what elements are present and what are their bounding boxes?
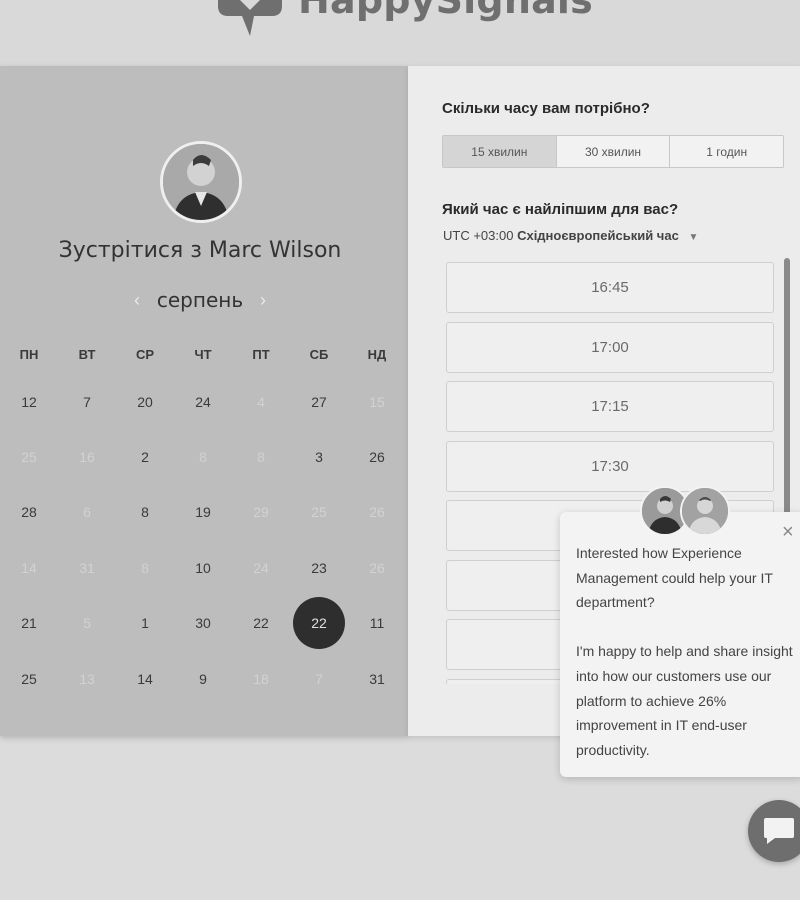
duration-option[interactable]: 15 хвилин: [443, 136, 557, 167]
calendar-day[interactable]: 4: [232, 374, 290, 429]
weekday-label: ПТ: [252, 347, 270, 362]
calendar-day[interactable]: 11: [348, 596, 406, 651]
calendar-day[interactable]: 6: [58, 485, 116, 540]
time-slot-button[interactable]: 16:45: [446, 262, 774, 313]
timezone-name: Східноєвропейський час: [517, 228, 679, 243]
calendar-day-selected[interactable]: 22: [290, 596, 348, 651]
calendar-day[interactable]: 26: [348, 485, 406, 540]
host-avatar: [160, 141, 242, 223]
person-icon: [163, 144, 239, 220]
weekday-label: ЧТ: [194, 347, 212, 362]
weekday-label: ВТ: [78, 347, 96, 362]
calendar-day[interactable]: 10: [174, 540, 232, 595]
calendar-day[interactable]: 22: [232, 596, 290, 651]
calendar-days: 12 7 20 24 4 27 15 25 16 2 8 8 3 26 28 6 8 19 29 25 26 14 31 8 1…: [0, 374, 406, 706]
calendar-day[interactable]: 8: [174, 429, 232, 484]
meeting-title: Зустрітися з Marc Wilson: [58, 238, 342, 263]
weekday-label: СР: [135, 347, 155, 362]
calendar-day[interactable]: 18: [232, 651, 290, 706]
calendar-day[interactable]: 2: [116, 429, 174, 484]
calendar-week: 12 7 20 24 4 27 15: [0, 374, 406, 429]
weekday-header: ПН ВТ СР ЧТ ПТ СБ НД: [0, 336, 406, 374]
brand-name[interactable]: HappySignals: [298, 0, 593, 22]
agent-avatar: [680, 486, 730, 536]
chat-bubble-icon: [764, 818, 794, 844]
calendar-day[interactable]: 24: [174, 374, 232, 429]
duration-selector: 15 хвилин 30 хвилин 1 годин: [442, 135, 784, 168]
calendar-day[interactable]: 14: [0, 540, 58, 595]
chat-message: Interested how Experience Management cou…: [576, 541, 796, 762]
calendar-panel: Зустрітися з Marc Wilson ‹ серпень › ПН В…: [0, 66, 408, 736]
month-navigation: ‹ серпень ›: [130, 286, 270, 314]
weekday-label: НД: [367, 347, 387, 362]
calendar-day[interactable]: 14: [116, 651, 174, 706]
calendar-day[interactable]: 19: [174, 485, 232, 540]
close-icon[interactable]: ×: [782, 522, 794, 542]
chevron-left-icon[interactable]: ‹: [130, 290, 144, 311]
calendar-day[interactable]: 8: [232, 429, 290, 484]
chevron-right-icon[interactable]: ›: [256, 290, 270, 311]
calendar-week: 25 13 14 9 18 7 31: [0, 651, 406, 706]
calendar-day[interactable]: 21: [0, 596, 58, 651]
weekday-label: ПН: [19, 347, 39, 362]
calendar-day[interactable]: 7: [58, 374, 116, 429]
calendar-day[interactable]: 26: [348, 429, 406, 484]
calendar-day[interactable]: 8: [116, 540, 174, 595]
calendar-day[interactable]: 3: [290, 429, 348, 484]
calendar-day[interactable]: 27: [290, 374, 348, 429]
chat-message-body: I'm happy to help and share insight into…: [576, 643, 793, 758]
calendar-day[interactable]: 16: [58, 429, 116, 484]
calendar-day[interactable]: 25: [0, 429, 58, 484]
time-question: Який час є найліпшим для вас?: [442, 201, 679, 218]
calendar-day[interactable]: 9: [174, 651, 232, 706]
calendar-week: 25 16 2 8 8 3 26: [0, 429, 406, 484]
person-icon: [682, 488, 728, 534]
duration-option[interactable]: 1 годин: [670, 136, 783, 167]
calendar-day[interactable]: 29: [232, 485, 290, 540]
calendar-day[interactable]: 23: [290, 540, 348, 595]
calendar-day[interactable]: 8: [116, 485, 174, 540]
calendar-day[interactable]: 30: [174, 596, 232, 651]
calendar-week: 21 5 1 30 22 22 11: [0, 596, 406, 651]
calendar-day[interactable]: 12: [0, 374, 58, 429]
header: HappySignals: [0, 0, 800, 66]
calendar-day-number: 22: [293, 597, 345, 650]
timezone-selector[interactable]: UTC +03:00 Східноєвропейський час ▼: [443, 228, 698, 243]
time-slot-button[interactable]: 17:00: [446, 321, 774, 373]
duration-option[interactable]: 30 хвилин: [557, 136, 671, 167]
calendar-day[interactable]: 31: [58, 540, 116, 595]
calendar-week: 28 6 8 19 29 25 26: [0, 485, 406, 540]
calendar-day[interactable]: 20: [116, 374, 174, 429]
calendar-day[interactable]: 5: [58, 596, 116, 651]
calendar-day[interactable]: 24: [232, 540, 290, 595]
calendar-day[interactable]: 1: [116, 596, 174, 651]
calendar-day[interactable]: 7: [290, 651, 348, 706]
time-slot-button[interactable]: 17:30: [446, 440, 774, 492]
calendar-day[interactable]: 26: [348, 540, 406, 595]
weekday-label: СБ: [309, 347, 329, 362]
calendar-week: 14 31 8 10 24 23 26: [0, 540, 406, 595]
calendar-day[interactable]: 15: [348, 374, 406, 429]
calendar-day[interactable]: 13: [58, 651, 116, 706]
calendar-day[interactable]: 25: [0, 651, 58, 706]
caret-down-icon: ▼: [688, 232, 699, 243]
chat-launcher-button[interactable]: [748, 800, 800, 862]
chat-message-intro: Interested how Experience Management cou…: [576, 545, 773, 611]
duration-question: Скільки часу вам потрібно?: [442, 100, 650, 117]
calendar-grid: ПН ВТ СР ЧТ ПТ СБ НД 12 7 20 24 4 27 15 25 16 2 8 8 3 26 28 6…: [0, 336, 406, 706]
calendar-day[interactable]: 31: [348, 651, 406, 706]
time-slot-button[interactable]: 17:15: [446, 381, 774, 432]
month-label: серпень: [156, 288, 244, 312]
chat-agent-avatars: [640, 486, 732, 538]
timezone-offset: UTC +03:00: [443, 228, 514, 243]
calendar-day[interactable]: 28: [0, 485, 58, 540]
calendar-day[interactable]: 25: [290, 485, 348, 540]
speech-heart-logo-icon: [218, 0, 282, 36]
